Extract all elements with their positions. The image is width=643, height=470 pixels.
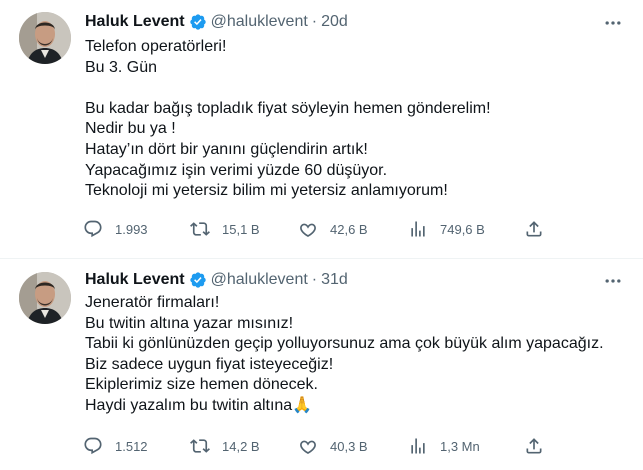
tweet-line: Hatay’ın dört bir yanını güçlendirin art…: [85, 140, 368, 158]
avatar[interactable]: [19, 272, 71, 324]
views-button[interactable]: 1,3 Mn: [408, 436, 480, 456]
reply-icon: [84, 437, 102, 455]
verified-badge-icon: [189, 14, 206, 30]
reply-count: 1.512: [115, 438, 148, 454]
tweet-actions: 1.993 15,1 B 42,6 B 749,6 B: [0, 219, 643, 243]
retweet-count: 15,1 B: [222, 221, 260, 237]
tweet[interactable]: Haluk Levent @haluklevent · 20d Telefon …: [0, 0, 643, 258]
like-count: 40,3 B: [330, 438, 368, 454]
reply-button[interactable]: 1.512: [83, 436, 148, 456]
tweet-line: Bu twitin altına yazar mısınız!: [85, 314, 294, 332]
tweet-line: Yapacağımız işin verimi yüzde 60 düşüyor…: [85, 161, 388, 179]
tweet-line: Teknoloji mi yetersiz bilim mi yetersiz …: [85, 182, 448, 200]
separator: ·: [311, 271, 318, 288]
tweet-line: Bu kadar bağış topladık fiyat söyleyin h…: [85, 99, 491, 117]
retweet-icon: [190, 222, 210, 236]
reply-icon: [84, 220, 102, 238]
tweet-header: Haluk Levent @haluklevent · 20d: [85, 13, 348, 31]
like-button[interactable]: 40,3 B: [298, 436, 368, 456]
tweet-text: Jeneratör firmaları! Bu twitin altına ya…: [85, 293, 604, 417]
retweet-button[interactable]: 14,2 B: [190, 436, 260, 456]
tweet-line: Ekiplerimiz size hemen dönecek.: [85, 376, 318, 394]
tweet[interactable]: Haluk Levent @haluklevent · 31d Jeneratö…: [0, 260, 643, 470]
timestamp[interactable]: 20d: [321, 13, 348, 31]
retweet-count: 14,2 B: [222, 438, 260, 454]
tweet-divider: [0, 258, 643, 259]
more-options-icon[interactable]: [603, 13, 623, 33]
share-button[interactable]: [524, 219, 544, 239]
tweet-line: Telefon operatörleri!: [85, 38, 227, 55]
author-handle[interactable]: @haluklevent: [211, 271, 308, 289]
separator: ·: [311, 13, 318, 30]
tweet-text: Telefon operatörleri! Bu 3. Gün Bu kadar…: [85, 37, 491, 202]
share-button[interactable]: [524, 436, 544, 456]
heart-icon: [300, 440, 316, 454]
retweet-icon: [190, 439, 210, 453]
share-icon: [526, 438, 542, 454]
tweet-line: Nedir bu ya !: [85, 120, 176, 138]
tweet-actions: 1.512 14,2 B 40,3 B 1,3 Mn: [0, 436, 643, 460]
tweet-line: Biz sadece uygun fiyat isteyeceğiz!: [85, 355, 334, 373]
tweet-line: Bu 3. Gün: [85, 58, 158, 76]
verified-badge-icon: [189, 272, 206, 288]
reply-count: 1.993: [115, 221, 148, 237]
avatar[interactable]: [19, 12, 71, 64]
author-name[interactable]: Haluk Levent: [85, 271, 185, 289]
author-name[interactable]: Haluk Levent: [85, 13, 185, 31]
heart-icon: [300, 223, 316, 237]
views-icon: [411, 221, 425, 237]
timestamp[interactable]: 31d: [321, 271, 348, 289]
tweet-line: Haydi yazalım bu twitin altına🙏: [85, 396, 313, 414]
like-count: 42,6 B: [330, 221, 368, 237]
views-count: 749,6 B: [440, 221, 485, 237]
tweet-line: Tabii ki gönlünüzden geçip yolluyorsunuz…: [85, 335, 604, 353]
share-icon: [526, 221, 542, 237]
views-icon: [411, 438, 425, 454]
views-button[interactable]: 749,6 B: [408, 219, 485, 239]
tweet-header: Haluk Levent @haluklevent · 31d: [85, 271, 348, 289]
retweet-button[interactable]: 15,1 B: [190, 219, 260, 239]
author-handle[interactable]: @haluklevent: [211, 13, 308, 31]
tweet-line: Jeneratör firmaları!: [85, 294, 220, 311]
like-button[interactable]: 42,6 B: [298, 219, 368, 239]
more-options-icon[interactable]: [603, 271, 623, 291]
views-count: 1,3 Mn: [440, 438, 480, 454]
reply-button[interactable]: 1.993: [83, 219, 148, 239]
